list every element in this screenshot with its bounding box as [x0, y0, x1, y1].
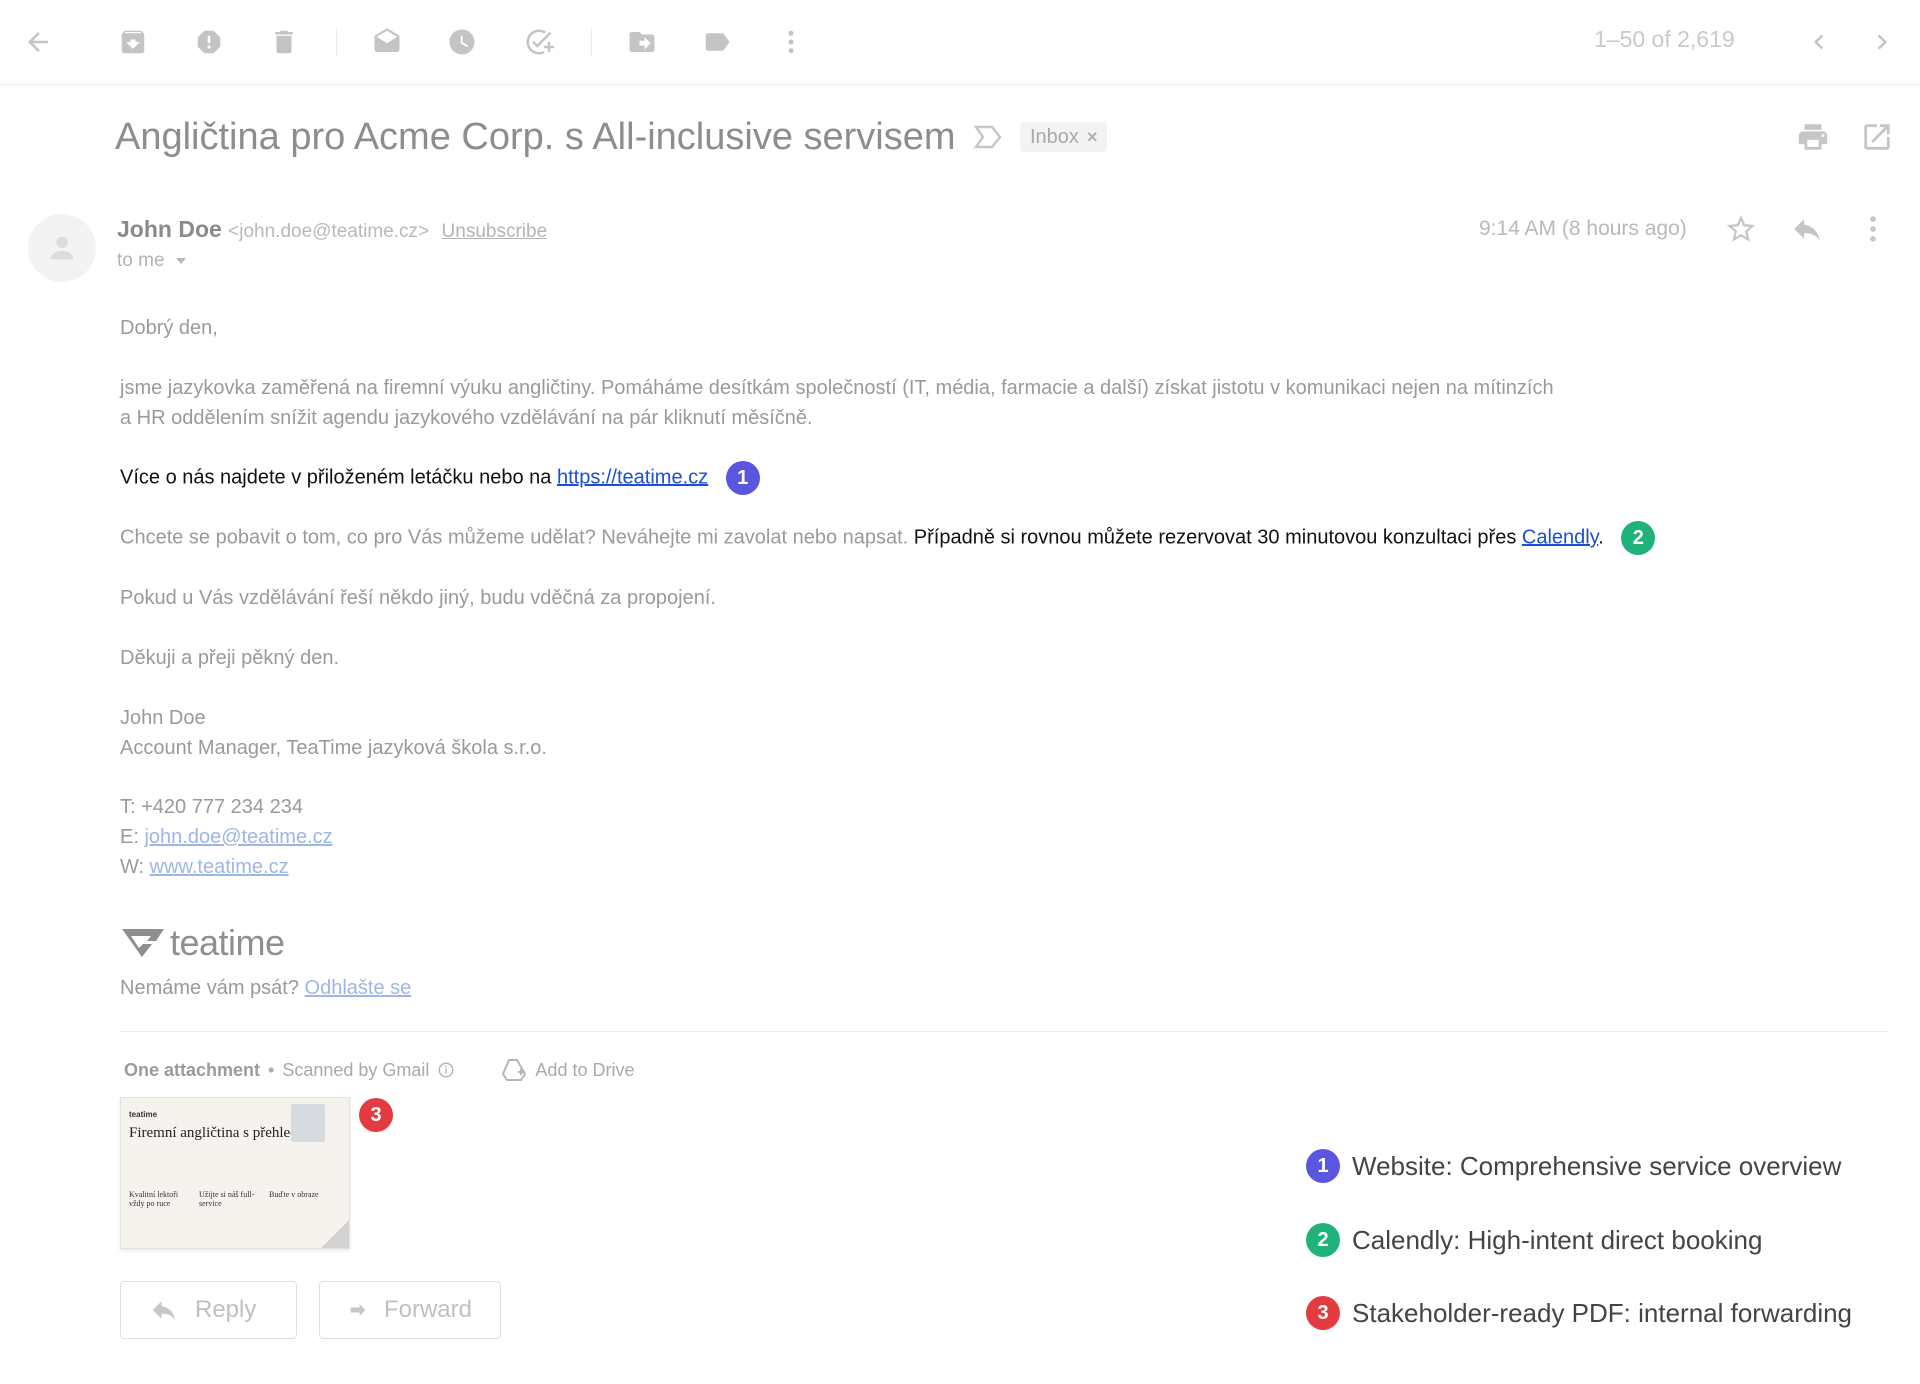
website-paragraph: Více o nás najdete v přiloženém letáčku …	[120, 461, 760, 495]
add-to-tasks-icon[interactable]	[521, 24, 557, 60]
separator-dot: •	[268, 1059, 275, 1080]
attachment-count: One attachment	[124, 1059, 261, 1080]
optout-link[interactable]: Odhlašte se	[305, 977, 412, 999]
thumbnail-col-2: Užijte si náš full-service	[199, 1190, 255, 1208]
remove-label-icon[interactable]: ×	[1087, 127, 1098, 148]
sender-name[interactable]: John Doe	[117, 216, 222, 242]
info-icon[interactable]	[437, 1061, 455, 1079]
reply-arrow-icon	[152, 1301, 176, 1320]
teatime-logo: teatime	[120, 922, 285, 964]
signature-web-label: W:	[120, 856, 150, 878]
signature-email-link[interactable]: john.doe@teatime.cz	[144, 826, 332, 848]
marker-3: 3	[359, 1098, 393, 1132]
recipient-text: to me	[117, 250, 165, 271]
inbox-label[interactable]: Inbox ×	[1020, 122, 1108, 152]
move-to-icon[interactable]	[624, 24, 660, 60]
recipient-toggle[interactable]: to me	[117, 250, 188, 272]
scanned-text: Scanned by Gmail	[282, 1059, 430, 1080]
intro-line-2: a HR oddělením snížit agendu jazykového …	[120, 407, 813, 429]
more-vert-icon[interactable]	[773, 24, 809, 60]
booking-text: Případně si rovnou můžete rezervovat 30 …	[913, 526, 1522, 549]
add-to-drive-icon[interactable]	[501, 1058, 527, 1082]
reply-icon[interactable]	[1790, 212, 1824, 246]
snooze-icon[interactable]	[444, 24, 480, 60]
mark-unread-icon[interactable]	[369, 24, 405, 60]
star-icon[interactable]	[1724, 212, 1758, 246]
signature-title: Account Manager, TeaTime jazyková škola …	[120, 737, 547, 759]
reply-label: Reply	[195, 1296, 257, 1323]
optout-text: Nemáme vám psát?	[120, 977, 305, 999]
more-options-icon[interactable]	[1856, 212, 1890, 246]
legend-text-2: Calendly: High-intent direct booking	[1352, 1224, 1763, 1255]
closing-paragraph: Děkuji a přeji pěkný den.	[120, 647, 340, 669]
intro-line-1: jsme jazykovka zaměřená na firemní výuku…	[120, 377, 1554, 399]
archive-icon[interactable]	[115, 24, 151, 60]
toolbar-separator	[336, 28, 337, 56]
forward-button[interactable]: Forward	[319, 1281, 501, 1339]
next-page-icon[interactable]	[1864, 24, 1900, 60]
signature-web-line: W: www.teatime.cz	[120, 852, 289, 882]
sender-line: John Doe <john.doe@teatime.cz> Unsubscri…	[117, 216, 547, 243]
optout-line: Nemáme vám psát? Odhlašte se	[120, 973, 411, 1003]
person-icon	[50, 236, 74, 260]
thumbnail-col-3: Buďte v obraze	[269, 1190, 319, 1199]
forward-arrow-icon	[350, 1304, 366, 1316]
signature-email-line: E: john.doe@teatime.cz	[120, 822, 333, 852]
inbox-label-text: Inbox	[1030, 125, 1079, 148]
attachment-thumbnail[interactable]: teatime Firemní angličtina s přehledem K…	[120, 1097, 350, 1249]
legend-item-3: 3 Stakeholder-ready PDF: internal forwar…	[1306, 1296, 1852, 1330]
pager-text: 1–50 of 2,619	[1594, 26, 1735, 52]
labels-icon[interactable]	[699, 24, 735, 60]
previous-page-icon[interactable]	[1801, 24, 1837, 60]
open-in-new-window-icon[interactable]	[1860, 120, 1894, 154]
period: .	[1598, 526, 1604, 549]
signature-name: John Doe	[120, 707, 206, 729]
calendly-link[interactable]: Calendly	[1522, 526, 1598, 548]
add-to-drive-text[interactable]: Add to Drive	[535, 1060, 634, 1081]
unsubscribe-link[interactable]: Unsubscribe	[442, 221, 548, 242]
signature-phone: T: +420 777 234 234	[120, 796, 303, 818]
sender-email: <john.doe@teatime.cz>	[228, 221, 430, 242]
greeting: Dobrý den,	[120, 317, 218, 339]
website-link[interactable]: https://teatime.cz	[557, 466, 708, 488]
thumbnail-col-1: Kvalitní lektoři vždy po ruce	[129, 1190, 179, 1208]
attachment-header: One attachment • Scanned by Gmail Add to…	[124, 1058, 634, 1082]
page-fold	[321, 1220, 349, 1248]
report-spam-icon[interactable]	[191, 24, 227, 60]
back-arrow-icon[interactable]	[20, 24, 56, 60]
legend-marker-1: 1	[1306, 1149, 1340, 1183]
toolbar-separator	[591, 28, 592, 56]
caret-down-icon	[175, 258, 186, 264]
website-text: Více o nás najdete v přiloženém letáčku …	[120, 466, 557, 489]
reply-button[interactable]: Reply	[120, 1281, 297, 1339]
referral-paragraph: Pokud u Vás vzdělávání řeší někdo jiný, …	[120, 587, 716, 609]
legend-item-2: 2 Calendly: High-intent direct booking	[1306, 1223, 1762, 1257]
forward-label: Forward	[383, 1296, 472, 1323]
legend-item-1: 1 Website: Comprehensive service overvie…	[1306, 1149, 1841, 1183]
teatime-logo-text: teatime	[170, 922, 285, 963]
thumbnail-photo	[291, 1104, 325, 1142]
print-icon[interactable]	[1796, 120, 1830, 154]
calendly-paragraph: Chcete se pobavit o tom, co pro Vás může…	[120, 521, 1656, 555]
legend-text-1: Website: Comprehensive service overview	[1352, 1150, 1842, 1181]
teatime-logo-mark-icon	[122, 929, 164, 957]
email-subject: Angličtina pro Acme Corp. s All-inclusiv…	[115, 116, 956, 158]
legend-marker-3: 3	[1306, 1296, 1340, 1330]
cta-text: Chcete se pobavit o tom, co pro Vás může…	[120, 526, 914, 549]
email-timestamp: 9:14 AM (8 hours ago)	[1479, 217, 1687, 240]
divider	[120, 1031, 1888, 1032]
signature-email-label: E:	[120, 826, 145, 848]
thumbnail-columns: Kvalitní lektoři vždy po ruce Užijte si …	[129, 1190, 325, 1208]
delete-icon[interactable]	[266, 24, 302, 60]
importance-marker-icon[interactable]	[972, 122, 1004, 152]
legend-text-3: Stakeholder-ready PDF: internal forwardi…	[1352, 1297, 1853, 1328]
marker-1: 1	[725, 461, 760, 495]
marker-2: 2	[1621, 521, 1656, 555]
thumbnail-title: Firemní angličtina s přehledem	[129, 1125, 317, 1141]
avatar[interactable]	[28, 214, 96, 282]
toolbar: 1–50 of 2,619	[0, 0, 1920, 85]
thumbnail-logo: teatime	[129, 1110, 158, 1119]
signature-web-link[interactable]: www.teatime.cz	[150, 856, 289, 878]
legend-marker-2: 2	[1306, 1223, 1340, 1257]
